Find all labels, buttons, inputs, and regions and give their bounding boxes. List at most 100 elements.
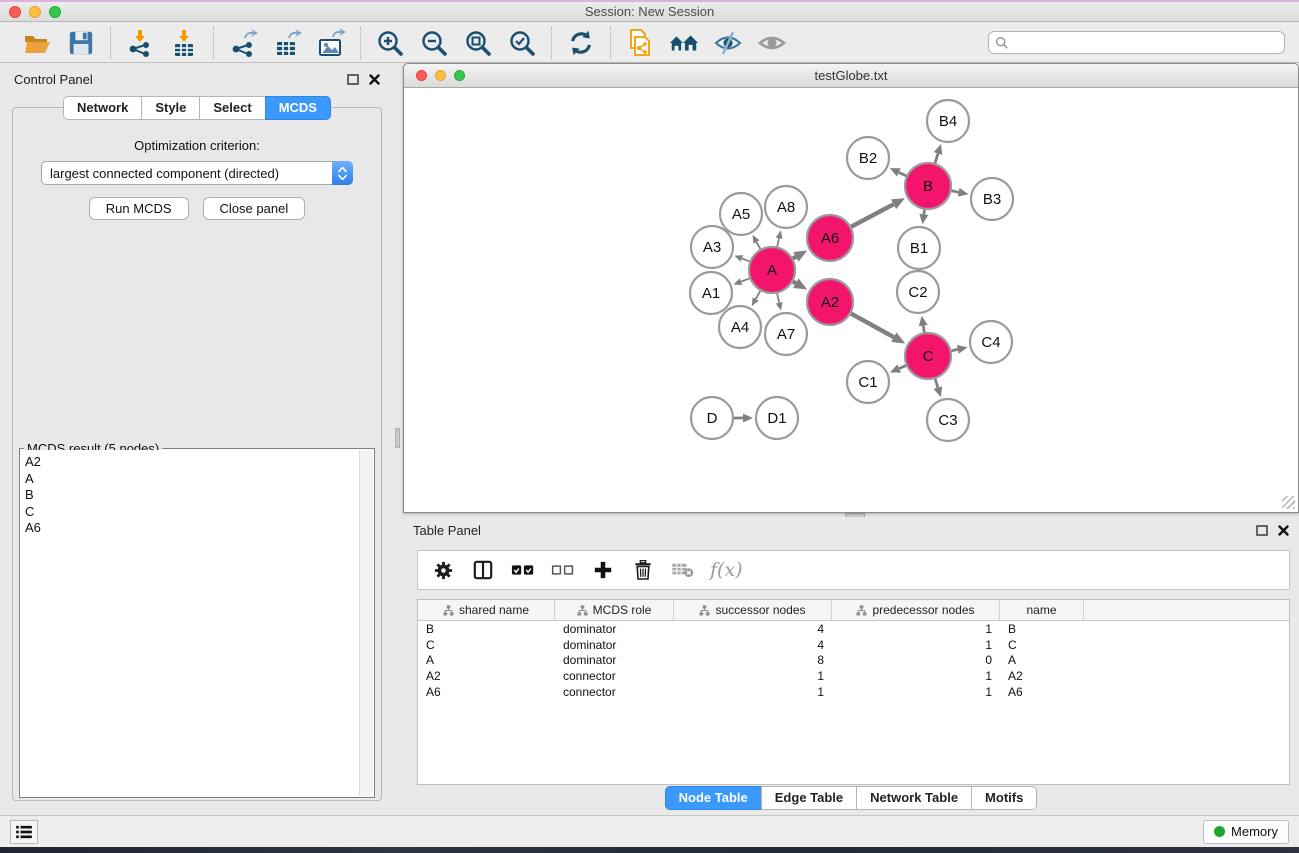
edge-C-C2[interactable] <box>923 326 924 333</box>
tab-style[interactable]: Style <box>141 96 200 120</box>
vertical-divider-handle[interactable] <box>395 428 400 448</box>
edge-B-B3[interactable] <box>952 191 959 192</box>
cell-name[interactable]: A2 <box>1000 668 1084 684</box>
zoom-selected-button[interactable] <box>503 26 541 60</box>
close-panel-button[interactable]: Close panel <box>203 197 306 220</box>
result-item[interactable]: A <box>25 471 355 488</box>
select-all-button[interactable] <box>510 557 536 583</box>
open-session-button[interactable] <box>18 26 56 60</box>
criterion-dropdown[interactable]: largest connected component (directed) <box>41 161 353 185</box>
cell-predecessor-nodes[interactable]: 1 <box>832 668 1000 684</box>
column-header-name[interactable]: name <box>1000 600 1084 620</box>
edge-A-A4[interactable] <box>756 291 761 299</box>
cell-name[interactable]: A <box>1000 653 1084 669</box>
table-row[interactable]: A2connector11A2 <box>418 668 1289 684</box>
cell-MCDS-role[interactable]: dominator <box>555 653 674 669</box>
table-row[interactable]: Cdominator41C <box>418 637 1289 653</box>
cell-predecessor-nodes[interactable]: 1 <box>832 637 1000 653</box>
cell-shared-name[interactable]: A2 <box>418 668 555 684</box>
tab-select[interactable]: Select <box>199 96 265 120</box>
cell-MCDS-role[interactable]: dominator <box>555 621 674 637</box>
table-row[interactable]: Adominator80A <box>418 653 1289 669</box>
edge-C-C1[interactable] <box>899 366 906 369</box>
export-network-button[interactable] <box>224 26 262 60</box>
tab-mcds[interactable]: MCDS <box>265 96 331 120</box>
cell-name[interactable]: A6 <box>1000 684 1084 700</box>
result-item[interactable]: A6 <box>25 520 355 537</box>
column-header-MCDS-role[interactable]: MCDS role <box>555 600 674 620</box>
table-row[interactable]: Bdominator41B <box>418 621 1289 637</box>
close-panel-icon[interactable] <box>369 74 380 85</box>
save-session-button[interactable] <box>62 26 100 60</box>
copy-network-style-button[interactable] <box>621 26 659 60</box>
import-table-button[interactable] <box>165 26 203 60</box>
cell-shared-name[interactable]: A6 <box>418 684 555 700</box>
refresh-view-button[interactable] <box>562 26 600 60</box>
cell-successor-nodes[interactable]: 4 <box>674 621 832 637</box>
export-image-button[interactable] <box>312 26 350 60</box>
float-table-panel-icon[interactable] <box>1256 525 1268 536</box>
memory-button[interactable]: Memory <box>1203 820 1289 844</box>
edge-B-B4[interactable] <box>935 153 938 163</box>
tab-network[interactable]: Network <box>63 96 142 120</box>
column-header-predecessor-nodes[interactable]: predecessor nodes <box>832 600 1000 620</box>
cell-successor-nodes[interactable]: 4 <box>674 637 832 653</box>
float-panel-icon[interactable] <box>347 74 359 85</box>
result-scrollbar[interactable] <box>359 450 373 796</box>
edge-C-C4[interactable] <box>951 349 957 350</box>
edge-A2-C[interactable] <box>851 314 894 338</box>
cell-successor-nodes[interactable]: 1 <box>674 684 832 700</box>
table-row[interactable]: A6connector11A6 <box>418 684 1289 700</box>
edge-A-A1[interactable] <box>741 278 750 281</box>
delete-table-button[interactable] <box>670 557 696 583</box>
network-canvas[interactable]: B4B2BB3A8A5A6B1A3AC2A1A2A4A7C4CC1DD1C3 <box>406 89 1296 510</box>
resize-grip-icon[interactable] <box>1282 496 1295 509</box>
result-item[interactable]: B <box>25 487 355 504</box>
cell-shared-name[interactable]: C <box>418 637 555 653</box>
edge-A6-B[interactable] <box>851 204 893 226</box>
mcds-result-list[interactable]: A2ABCA6 <box>21 450 359 796</box>
task-history-button[interactable] <box>10 820 38 844</box>
add-row-button[interactable] <box>590 557 616 583</box>
deselect-all-button[interactable] <box>550 557 576 583</box>
zoom-in-button[interactable] <box>371 26 409 60</box>
cell-predecessor-nodes[interactable]: 0 <box>832 653 1000 669</box>
network-home-button[interactable] <box>665 26 703 60</box>
search-input[interactable] <box>1013 36 1278 50</box>
edge-A-A6[interactable] <box>793 257 796 259</box>
node-table[interactable]: shared nameMCDS rolesuccessor nodesprede… <box>417 599 1290 785</box>
table-settings-button[interactable] <box>430 557 456 583</box>
function-builder-button[interactable]: f(x) <box>710 557 743 583</box>
import-network-button[interactable] <box>121 26 159 60</box>
cell-MCDS-role[interactable]: connector <box>555 668 674 684</box>
edge-B-B2[interactable] <box>899 172 906 175</box>
edge-B-B1[interactable] <box>924 210 925 215</box>
tab-edge-table[interactable]: Edge Table <box>761 786 857 810</box>
close-table-panel-icon[interactable] <box>1278 525 1289 536</box>
tab-network-table[interactable]: Network Table <box>856 786 972 810</box>
show-column-button[interactable] <box>470 557 496 583</box>
zoom-out-button[interactable] <box>415 26 453 60</box>
edge-A-A8[interactable] <box>777 238 779 246</box>
hide-graphics-details-button[interactable] <box>709 26 747 60</box>
cell-MCDS-role[interactable]: connector <box>555 684 674 700</box>
export-table-button[interactable] <box>268 26 306 60</box>
cell-shared-name[interactable]: A <box>418 653 555 669</box>
search-field[interactable] <box>988 31 1285 54</box>
cell-successor-nodes[interactable]: 8 <box>674 653 832 669</box>
result-item[interactable]: A2 <box>25 454 355 471</box>
cell-MCDS-role[interactable]: dominator <box>555 637 674 653</box>
edge-A-A2[interactable] <box>793 282 796 284</box>
column-header-successor-nodes[interactable]: successor nodes <box>674 600 832 620</box>
cell-name[interactable]: B <box>1000 621 1084 637</box>
tab-node-table[interactable]: Node Table <box>665 786 762 810</box>
cell-shared-name[interactable]: B <box>418 621 555 637</box>
edge-A-A3[interactable] <box>742 258 750 261</box>
cell-successor-nodes[interactable]: 1 <box>674 668 832 684</box>
cell-predecessor-nodes[interactable]: 1 <box>832 684 1000 700</box>
column-header-shared-name[interactable]: shared name <box>418 600 555 620</box>
edge-A-A7[interactable] <box>777 293 779 302</box>
delete-row-button[interactable] <box>630 557 656 583</box>
edge-C-C3[interactable] <box>935 379 938 388</box>
zoom-fit-button[interactable] <box>459 26 497 60</box>
